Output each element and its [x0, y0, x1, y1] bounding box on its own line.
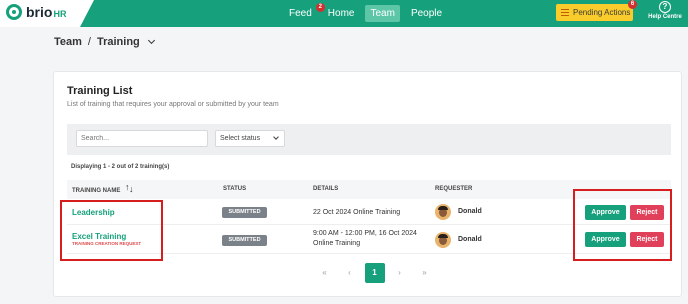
nav-home-label: Home: [327, 8, 355, 19]
breadcrumb: Team / Training: [54, 34, 155, 50]
highlight-box-actions: [573, 189, 672, 261]
search-input[interactable]: [76, 130, 208, 147]
details-line: 22 Oct 2024 Online Training: [313, 209, 401, 216]
training-list-card: Training List List of training that requ…: [53, 71, 682, 297]
filter-bar: Select status: [67, 124, 671, 155]
training-details: 22 Oct 2024 Online Training: [313, 208, 400, 218]
help-centre-label: Help Centre: [648, 14, 682, 20]
status-badge: SUBMITTED: [222, 235, 267, 246]
pagination: « ‹ 1 › »: [312, 262, 437, 284]
help-icon: ?: [659, 1, 671, 13]
nav-people-label: People: [410, 8, 443, 19]
sort-icon[interactable]: [125, 182, 134, 194]
requester-name: Donald: [458, 236, 482, 243]
breadcrumb-separator: /: [87, 36, 91, 48]
nav-home[interactable]: Home: [323, 5, 360, 22]
highlight-box-training-names: [60, 200, 163, 261]
logo-mark-icon: [6, 4, 22, 20]
details-line: Online Training: [313, 240, 361, 247]
status-select[interactable]: Select status: [215, 130, 285, 147]
nav-people[interactable]: People: [406, 5, 447, 22]
avatar: [435, 232, 451, 248]
prev-page-button[interactable]: ‹: [340, 263, 360, 283]
chevron-down-icon[interactable]: [147, 36, 155, 45]
main-nav: Feed 2 Home Team People: [284, 3, 447, 23]
avatar: [435, 204, 451, 220]
logo-suffix: HR: [53, 8, 67, 19]
last-page-button[interactable]: »: [415, 263, 435, 283]
next-page-button[interactable]: ›: [390, 263, 410, 283]
logo-text: brio: [26, 4, 53, 20]
top-navbar: brio HR Feed 2 Home Team People Pending …: [0, 0, 688, 27]
nav-feed[interactable]: Feed 2: [284, 3, 325, 22]
pending-actions-badge: 6: [628, 0, 637, 9]
status-badge: SUBMITTED: [222, 207, 267, 218]
column-training-name[interactable]: TRAINING NAME: [72, 182, 134, 195]
card-title: Training List: [67, 85, 133, 97]
pending-actions-button[interactable]: Pending Actions 6: [556, 0, 637, 21]
page-1-button[interactable]: 1: [364, 263, 385, 283]
column-requester: REQUESTER: [435, 186, 473, 192]
requester-name: Donald: [458, 208, 482, 215]
breadcrumb-training: Training: [96, 36, 140, 48]
column-training-name-label: TRAINING NAME: [72, 188, 121, 195]
column-status: STATUS: [223, 186, 247, 192]
training-details: 9:00 AM - 12:00 PM, 16 Oct 2024 Online T…: [313, 229, 417, 249]
breadcrumb-team[interactable]: Team: [54, 36, 82, 48]
details-line: 9:00 AM - 12:00 PM, 16 Oct 2024: [313, 230, 417, 237]
column-details: DETAILS: [313, 186, 339, 192]
pending-actions-label: Pending Actions: [573, 8, 631, 17]
status-select-label: Select status: [220, 135, 261, 142]
first-page-button[interactable]: «: [315, 263, 335, 283]
help-centre-button[interactable]: ? Help Centre: [645, 1, 685, 20]
brio-hr-logo[interactable]: brio HR: [6, 4, 66, 20]
chevron-down-icon: [273, 134, 279, 140]
list-icon: [561, 9, 569, 16]
nav-team[interactable]: Team: [365, 5, 400, 22]
nav-feed-label: Feed: [289, 8, 312, 19]
results-count: Displaying 1 - 2 out of 2 training(s): [71, 164, 170, 170]
card-subtitle: List of training that requires your appr…: [67, 101, 279, 108]
nav-team-label: Team: [370, 8, 395, 19]
logo-area: brio HR: [0, 0, 94, 27]
